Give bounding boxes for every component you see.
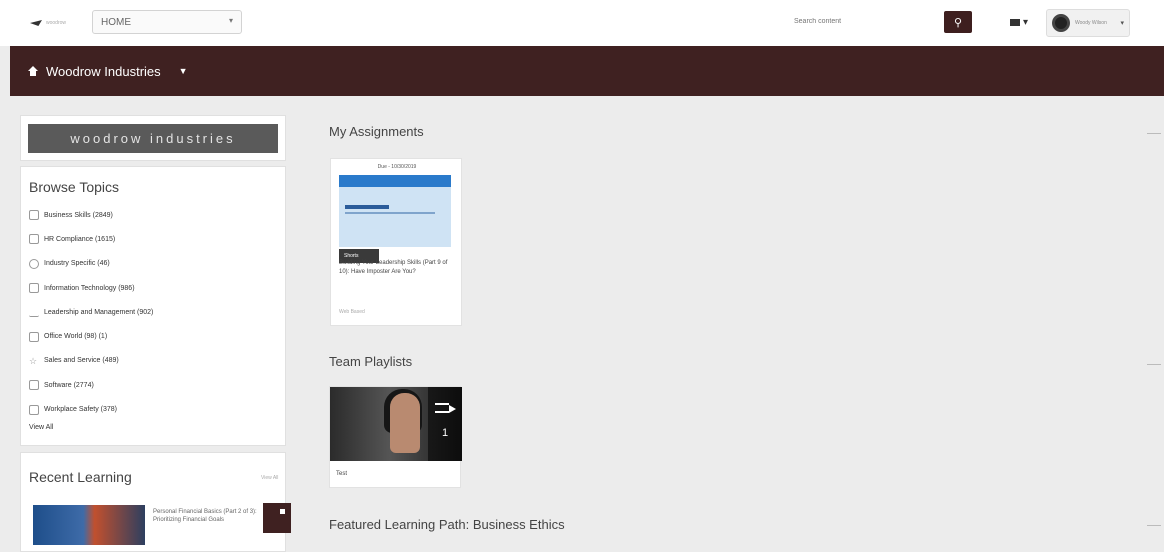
topic-label: Office World (98) (1) — [44, 333, 108, 341]
recent-item-title[interactable]: Personal Financial Basics (Part 2 of 3):… — [153, 508, 257, 524]
laptop-icon — [29, 380, 39, 391]
chevron-down-icon: ▾ — [228, 16, 233, 25]
nav-select-value: HOME — [101, 17, 131, 28]
chevron-down-icon: ▾ — [1120, 20, 1124, 27]
topic-label: Software (2774) — [44, 381, 94, 389]
thumbnail-text-line — [345, 205, 389, 209]
user-menu[interactable]: Woody Wilson ▾ — [1046, 9, 1130, 37]
playlist-icon — [435, 403, 449, 413]
search-button[interactable]: ⚲ — [944, 11, 972, 33]
assignment-type: Web Based — [339, 309, 365, 315]
bird-logo-icon — [30, 20, 42, 26]
chart-icon — [29, 307, 39, 318]
folder-icon — [29, 331, 39, 342]
topic-label: HR Compliance (1615) — [44, 235, 116, 243]
top-bar: woodrow HOME ▾ ⚲ ▾ Woody Wilson ▾ — [0, 0, 1164, 46]
app-logo[interactable]: woodrow — [30, 16, 70, 30]
org-logo-banner: woodrow industries — [28, 124, 278, 153]
briefcase-icon — [29, 210, 39, 221]
bookmark-icon[interactable] — [263, 503, 291, 533]
topic-link[interactable]: ☆ Sales and Service (489) — [29, 349, 277, 373]
assignment-title[interactable]: Building Your Leadership Skills (Part 9 … — [339, 259, 455, 276]
browse-topics-title: Browse Topics — [29, 179, 120, 195]
assignment-thumbnail: Shorts — [339, 175, 451, 263]
topic-link[interactable]: Workplace Safety (378) — [29, 397, 277, 421]
topic-label: Business Skills (2849) — [44, 211, 113, 219]
playlist-overlay: 1 — [428, 387, 462, 461]
recent-view-all-link[interactable]: View All — [261, 475, 278, 481]
topic-link[interactable]: Information Technology (986) — [29, 276, 277, 300]
playlist-card[interactable]: 1 Test — [329, 386, 462, 488]
browse-topics-panel: Browse Topics Business Skills (2849) HR … — [20, 166, 286, 446]
monitor-icon — [29, 283, 39, 294]
collapse-icon[interactable] — [1147, 364, 1161, 365]
my-assignments-title: My Assignments — [329, 124, 424, 139]
team-playlists-title: Team Playlists — [329, 354, 413, 369]
shield-icon — [29, 404, 39, 415]
playlist-count: 1 — [441, 427, 449, 439]
featured-path-title: Featured Learning Path: Business Ethics — [329, 517, 565, 532]
org-switcher[interactable]: Woodrow Industries — [46, 64, 161, 79]
collapse-icon[interactable] — [1147, 133, 1161, 134]
view-all-topics-link[interactable]: View All — [29, 424, 277, 431]
org-bar: Woodrow Industries ▼ — [10, 46, 1164, 96]
org-logo-card: woodrow industries — [20, 115, 286, 161]
envelope-icon — [1010, 18, 1020, 26]
star-icon: ☆ — [29, 355, 38, 366]
playlist-name: Test — [336, 471, 348, 477]
topic-label: Workplace Safety (378) — [44, 406, 118, 414]
search-icon: ⚲ — [953, 16, 963, 29]
topic-link[interactable]: Software (2774) — [29, 373, 277, 397]
chevron-down-icon: ▾ — [1023, 16, 1029, 28]
messages-button[interactable]: ▾ — [1010, 14, 1040, 30]
avatar — [1052, 14, 1070, 32]
home-icon — [28, 66, 38, 76]
user-name: Woody Wilson — [1075, 20, 1107, 26]
recent-learning-title: Recent Learning — [29, 469, 132, 485]
logo-wordmark: woodrow — [46, 20, 67, 26]
due-date: Due - 10/30/2019 — [377, 164, 417, 170]
playlist-thumbnail: 1 — [330, 387, 462, 461]
topic-link[interactable]: Business Skills (2849) — [29, 203, 277, 227]
thumbnail-header-bar — [339, 175, 451, 187]
people-icon — [29, 234, 39, 245]
chevron-down-icon[interactable]: ▼ — [179, 66, 188, 76]
nav-select[interactable]: HOME ▾ — [92, 10, 242, 34]
thumbnail-text-line — [345, 212, 435, 214]
play-icon — [449, 405, 456, 413]
topic-link[interactable]: Office World (98) (1) — [29, 324, 277, 348]
collapse-icon[interactable] — [1147, 525, 1161, 526]
topic-link[interactable]: Industry Specific (46) — [29, 252, 277, 276]
topic-label: Sales and Service (489) — [44, 357, 119, 365]
topic-link[interactable]: Leadership and Management (902) — [29, 300, 277, 324]
search-input[interactable] — [788, 10, 942, 32]
topic-label: Leadership and Management (902) — [44, 308, 154, 316]
assignment-card[interactable]: Due - 10/30/2019 Shorts Building Your Le… — [330, 158, 462, 326]
topic-link[interactable]: HR Compliance (1615) — [29, 227, 277, 251]
recent-learning-panel: Recent Learning View All Personal Financ… — [20, 452, 291, 552]
topic-label: Information Technology (986) — [44, 284, 135, 292]
recent-item-thumbnail[interactable] — [33, 505, 145, 545]
globe-icon — [29, 258, 39, 269]
topic-label: Industry Specific (46) — [44, 260, 110, 268]
presenter-face — [390, 393, 420, 453]
